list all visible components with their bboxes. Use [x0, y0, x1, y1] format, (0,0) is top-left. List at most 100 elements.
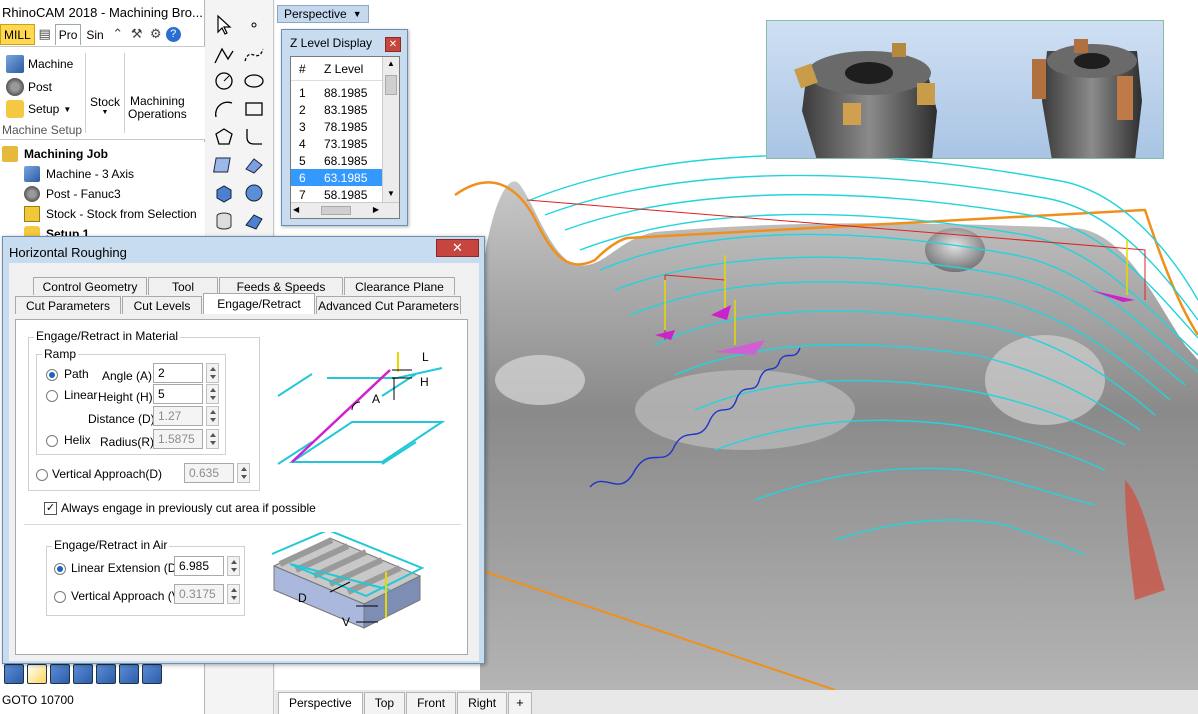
list-item[interactable]: 7 58.1985	[291, 186, 383, 203]
list-item-selected[interactable]: 6 63.1985	[291, 169, 383, 186]
tree-node-post[interactable]: Post - Fanuc3	[24, 186, 121, 202]
viewport-label[interactable]: Perspective ▼	[277, 5, 369, 23]
post-button[interactable]: Post	[6, 78, 52, 96]
tab-mill[interactable]: MILL	[0, 23, 35, 45]
helix-radio[interactable]	[46, 435, 58, 447]
list-item[interactable]: 3 78.1985	[291, 118, 383, 135]
tab-simulate[interactable]: Sin	[82, 23, 108, 45]
radius-stepper[interactable]	[206, 429, 219, 449]
ellipse-icon[interactable]	[241, 68, 267, 94]
setup-button[interactable]: Setup ▼	[6, 100, 71, 118]
gear-icon[interactable]: ⚙	[147, 25, 165, 43]
height-stepper[interactable]	[206, 384, 219, 404]
always-engage-checkbox[interactable]: ✓	[44, 502, 57, 515]
list-item[interactable]: 1 88.1985	[291, 84, 383, 101]
operation-icon[interactable]	[142, 664, 162, 684]
vertical-approach-air-stepper[interactable]	[227, 584, 240, 604]
distance-stepper[interactable]	[206, 406, 219, 426]
path-radio[interactable]	[46, 369, 58, 381]
machining-operations-button[interactable]: Machining Operations	[128, 95, 187, 121]
list-item[interactable]: 5 68.1985	[291, 152, 383, 169]
machine-button[interactable]: Machine	[6, 55, 73, 73]
collapse-icon[interactable]: ⌃	[109, 25, 127, 43]
scroll-left-icon[interactable]: ◀	[293, 205, 299, 214]
curve-icon[interactable]	[241, 42, 267, 68]
tab-cut-parameters[interactable]: Cut Parameters	[15, 296, 121, 314]
surface-icon[interactable]	[241, 152, 267, 178]
document-icon[interactable]: ▤	[36, 25, 54, 43]
surface-points-icon[interactable]	[211, 152, 237, 178]
linear-extension-label: Linear Extension (D)	[71, 561, 181, 575]
stock-button[interactable]: Stock ▼	[90, 95, 120, 116]
polygon-icon[interactable]	[211, 124, 237, 150]
operation-icon[interactable]	[96, 664, 116, 684]
tab-program[interactable]: Pro	[54, 23, 82, 45]
arc-icon[interactable]	[211, 96, 237, 122]
linear-label: Linear	[64, 388, 98, 402]
horizontal-scrollbar[interactable]: ◀ ▶	[291, 202, 399, 218]
tree-node-machine[interactable]: Machine - 3 Axis	[24, 166, 134, 182]
tab-front[interactable]: Front	[406, 692, 457, 714]
add-view-tab-button[interactable]: +	[508, 692, 532, 714]
polyline-icon[interactable]	[211, 42, 237, 68]
close-icon[interactable]: ✕	[385, 37, 401, 52]
linear-extension-stepper[interactable]	[227, 556, 240, 576]
row-number: 6	[299, 170, 306, 185]
angle-input[interactable]: 2	[153, 363, 203, 383]
vertical-approach-input[interactable]: 0.635	[184, 463, 234, 483]
scroll-right-icon[interactable]: ▶	[373, 205, 379, 214]
tab-advanced-cut-parameters[interactable]: Advanced Cut Parameters	[316, 296, 461, 314]
circle-icon[interactable]	[211, 68, 237, 94]
linear-extension-radio[interactable]	[54, 563, 66, 575]
tab-engage-retract[interactable]: Engage/Retract	[203, 293, 315, 314]
operation-icon[interactable]	[50, 664, 70, 684]
post-label: Post	[28, 80, 53, 94]
vertical-scrollbar[interactable]: ▲ ▼	[382, 57, 399, 203]
close-icon[interactable]: ✕	[436, 239, 479, 257]
tree-node-machining-job[interactable]: Machining Job	[2, 146, 108, 162]
scroll-thumb[interactable]	[385, 75, 397, 95]
linear-extension-input[interactable]: 6.985	[174, 556, 224, 576]
tab-control-geometry[interactable]: Control Geometry	[33, 277, 147, 295]
sphere-icon[interactable]	[241, 180, 267, 206]
scroll-up-icon[interactable]: ▲	[385, 59, 397, 71]
fillet-icon[interactable]	[241, 124, 267, 150]
select-arrow-icon[interactable]	[211, 12, 237, 38]
column-header-number[interactable]: #	[291, 62, 316, 76]
tab-perspective[interactable]: Perspective	[278, 692, 363, 714]
angle-stepper[interactable]	[206, 363, 219, 383]
column-header-z-level[interactable]: Z Level	[316, 62, 363, 76]
rectangle-icon[interactable]	[241, 96, 267, 122]
operation-icon[interactable]	[119, 664, 139, 684]
list-item[interactable]: 4 73.1985	[291, 135, 383, 152]
box-icon[interactable]	[211, 180, 237, 206]
tab-right[interactable]: Right	[457, 692, 508, 714]
distance-input[interactable]: 1.27	[153, 406, 203, 426]
tab-clearance-plane[interactable]: Clearance Plane	[344, 277, 455, 295]
vertical-approach-air-radio[interactable]	[54, 591, 66, 603]
height-input[interactable]: 5	[153, 384, 203, 404]
z-level-list[interactable]: # Z Level 1 88.1985 2 83.1985 3 78.1985 4 73…	[290, 56, 400, 219]
mesh-icon[interactable]	[241, 208, 267, 234]
operation-icon[interactable]	[73, 664, 93, 684]
vertical-approach-stepper[interactable]	[237, 463, 250, 483]
dialog-title: Horizontal Roughing	[9, 245, 127, 260]
tab-top[interactable]: Top	[363, 692, 406, 714]
vertical-approach-radio[interactable]	[36, 469, 48, 481]
post-icon	[6, 78, 24, 96]
scroll-thumb[interactable]	[321, 206, 351, 215]
operation-icon[interactable]	[27, 664, 47, 684]
linear-radio[interactable]	[46, 390, 58, 402]
ribbon-group-label: Machine Setup	[2, 123, 83, 137]
point-icon[interactable]	[241, 12, 267, 38]
tab-cut-levels[interactable]: Cut Levels	[122, 296, 202, 314]
scroll-down-icon[interactable]: ▼	[385, 189, 397, 201]
list-item[interactable]: 2 83.1985	[291, 101, 383, 118]
radius-input[interactable]: 1.5875	[153, 429, 203, 449]
tree-node-stock[interactable]: Stock - Stock from Selection	[24, 206, 197, 222]
cylinder-icon[interactable]	[211, 208, 237, 234]
vertical-approach-air-input[interactable]: 0.3175	[174, 584, 224, 604]
help-icon[interactable]: ?	[165, 26, 181, 42]
tools-icon[interactable]: ⚒	[128, 25, 146, 43]
operation-icon[interactable]	[4, 664, 24, 684]
